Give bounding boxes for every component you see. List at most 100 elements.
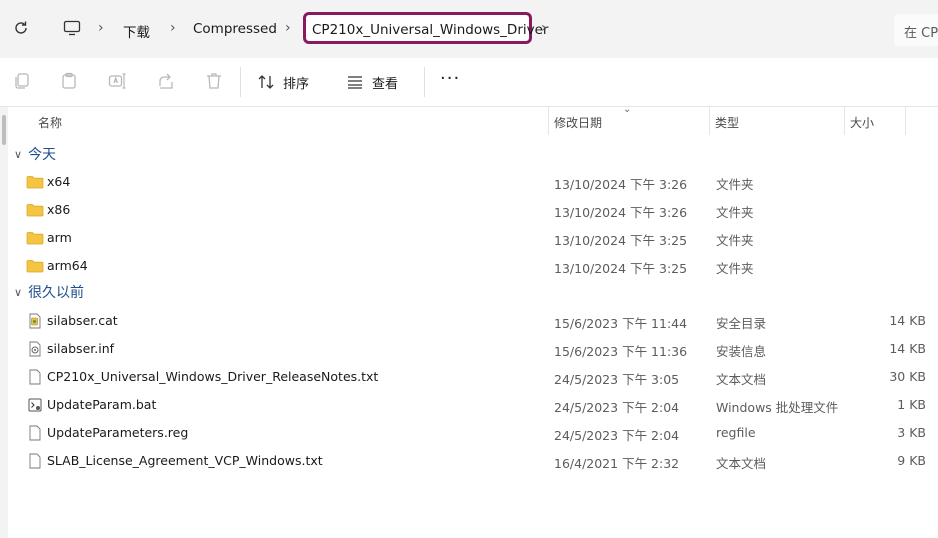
list-item[interactable]: UpdateParam.bat 24/5/2023 下午 2:04 Window…: [0, 391, 938, 419]
file-name: UpdateParameters.reg: [47, 425, 189, 440]
column-header-type[interactable]: 类型: [710, 107, 844, 135]
column-divider[interactable]: [905, 107, 906, 135]
setup-info-icon: [29, 341, 41, 357]
list-item[interactable]: arm64 13/10/2024 下午 3:25 文件夹: [0, 252, 938, 280]
more-options-button[interactable]: ···: [440, 68, 460, 89]
breadcrumb-current-folder[interactable]: CP210x_Universal_Windows_Driver: [303, 12, 548, 44]
file-size: 14 KB: [889, 341, 926, 356]
share-icon[interactable]: [156, 71, 176, 91]
file-name: CP210x_Universal_Windows_Driver_ReleaseN…: [47, 369, 379, 384]
file-date: 13/10/2024 下午 3:26: [554, 177, 688, 192]
file-name: arm: [47, 230, 72, 245]
file-type: 安全目录: [716, 316, 767, 331]
file-name: arm64: [47, 258, 88, 273]
list-item[interactable]: silabser.cat 15/6/2023 下午 11:44 安全目录 14 …: [0, 307, 938, 335]
file-size: 30 KB: [889, 369, 926, 384]
file-name: UpdateParam.bat: [47, 397, 157, 412]
breadcrumb-current-label: CP210x_Universal_Windows_Driver: [312, 22, 549, 38]
column-size-label: 大小: [850, 116, 875, 130]
file-type: Windows 批处理文件: [716, 400, 839, 415]
toolbar-divider: [424, 67, 425, 97]
column-header-name[interactable]: 名称: [8, 107, 548, 135]
folder-icon: [26, 232, 44, 245]
chevron-down-icon: ∨: [14, 147, 23, 161]
file-type: 文本文档: [716, 372, 767, 387]
list-item[interactable]: x64 13/10/2024 下午 3:26 文件夹: [0, 168, 938, 196]
file-name: x64: [47, 174, 71, 189]
list-item[interactable]: silabser.inf 15/6/2023 下午 11:36 安装信息 14 …: [0, 335, 938, 363]
rename-icon[interactable]: [107, 71, 127, 91]
sort-button[interactable]: 排序: [257, 68, 309, 96]
column-type-label: 类型: [715, 116, 740, 130]
file-size: 3 KB: [897, 425, 926, 440]
file-date: 15/6/2023 下午 11:44: [554, 316, 688, 331]
group-label: 很久以前: [28, 285, 85, 301]
file-date: 13/10/2024 下午 3:25: [554, 233, 688, 248]
file-name: silabser.cat: [47, 313, 118, 328]
group-label: 今天: [28, 147, 57, 163]
file-date: 24/5/2023 下午 3:05: [554, 372, 680, 387]
file-type: 文件夹: [716, 205, 754, 220]
group-header-today[interactable]: ∨ 今天: [14, 142, 56, 166]
file-name: silabser.inf: [47, 341, 115, 356]
this-pc-icon[interactable]: [63, 20, 81, 36]
paste-icon[interactable]: [59, 71, 79, 91]
folder-icon: [26, 204, 44, 217]
sort-icon: [258, 75, 274, 89]
toolbar-divider: [240, 67, 241, 97]
file-size: 1 KB: [897, 397, 926, 412]
group-header-long-ago[interactable]: ∨ 很久以前: [14, 280, 84, 304]
breadcrumb-chevron-icon[interactable]: ›: [98, 20, 104, 36]
search-input[interactable]: 在 CP: [894, 14, 938, 46]
list-item[interactable]: x86 13/10/2024 下午 3:26 文件夹: [0, 196, 938, 224]
file-type: 文件夹: [716, 233, 754, 248]
view-label: 查看: [372, 76, 399, 92]
sort-label: 排序: [283, 76, 310, 92]
breadcrumb-compressed[interactable]: Compressed: [193, 21, 277, 37]
file-date: 13/10/2024 下午 3:25: [554, 261, 688, 276]
file-type: regfile: [716, 425, 756, 440]
breadcrumb-chevron-icon[interactable]: ›: [541, 20, 547, 36]
copy-icon[interactable]: [12, 71, 32, 91]
list-item[interactable]: arm 13/10/2024 下午 3:25 文件夹: [0, 224, 938, 252]
sort-descending-icon: ⌄: [623, 104, 632, 115]
file-name: x86: [47, 202, 71, 217]
file-date: 24/5/2023 下午 2:04: [554, 428, 680, 443]
delete-icon[interactable]: [204, 71, 224, 91]
scrollbar-thumb[interactable]: [2, 115, 6, 145]
list-item[interactable]: SLAB_License_Agreement_VCP_Windows.txt 1…: [0, 447, 938, 475]
chevron-down-icon: ∨: [14, 285, 23, 299]
column-header-size[interactable]: 大小: [845, 107, 905, 135]
view-button[interactable]: 查看: [346, 68, 398, 96]
view-icon: [348, 76, 362, 89]
file-name: SLAB_License_Agreement_VCP_Windows.txt: [47, 453, 323, 468]
column-name-label: 名称: [38, 116, 63, 130]
text-file-icon: [29, 453, 41, 469]
batch-file-icon: [28, 398, 42, 412]
list-item[interactable]: UpdateParameters.reg 24/5/2023 下午 2:04 r…: [0, 419, 938, 447]
column-date-label: 修改日期: [554, 116, 603, 130]
file-size: 9 KB: [897, 453, 926, 468]
security-catalog-icon: [29, 313, 41, 329]
command-bar: 排序 查看 ···: [0, 58, 938, 107]
file-date: 15/6/2023 下午 11:36: [554, 344, 688, 359]
breadcrumb-downloads[interactable]: 下载: [123, 21, 150, 41]
breadcrumb-chevron-icon[interactable]: ›: [285, 20, 291, 36]
registry-file-icon: [29, 425, 41, 441]
address-bar-area: › 下载 › Compressed › CP210x_Universal_Win…: [0, 0, 938, 58]
breadcrumb-chevron-icon[interactable]: ›: [170, 20, 176, 36]
file-date: 16/4/2021 下午 2:32: [554, 456, 680, 471]
file-type: 文件夹: [716, 177, 754, 192]
folder-icon: [26, 260, 44, 273]
text-file-icon: [29, 369, 41, 385]
search-placeholder: 在 CP: [904, 26, 938, 41]
file-date: 24/5/2023 下午 2:04: [554, 400, 680, 415]
file-type: 文件夹: [716, 261, 754, 276]
file-type: 安装信息: [716, 344, 767, 359]
file-size: 14 KB: [889, 313, 926, 328]
refresh-icon[interactable]: [12, 19, 30, 37]
folder-icon: [26, 176, 44, 189]
file-date: 13/10/2024 下午 3:26: [554, 205, 688, 220]
file-list: 名称 修改日期 ⌄ 类型 大小 ∨ 今天 x64 13/10/2024 下午 3…: [0, 104, 938, 538]
list-item[interactable]: CP210x_Universal_Windows_Driver_ReleaseN…: [0, 363, 938, 391]
